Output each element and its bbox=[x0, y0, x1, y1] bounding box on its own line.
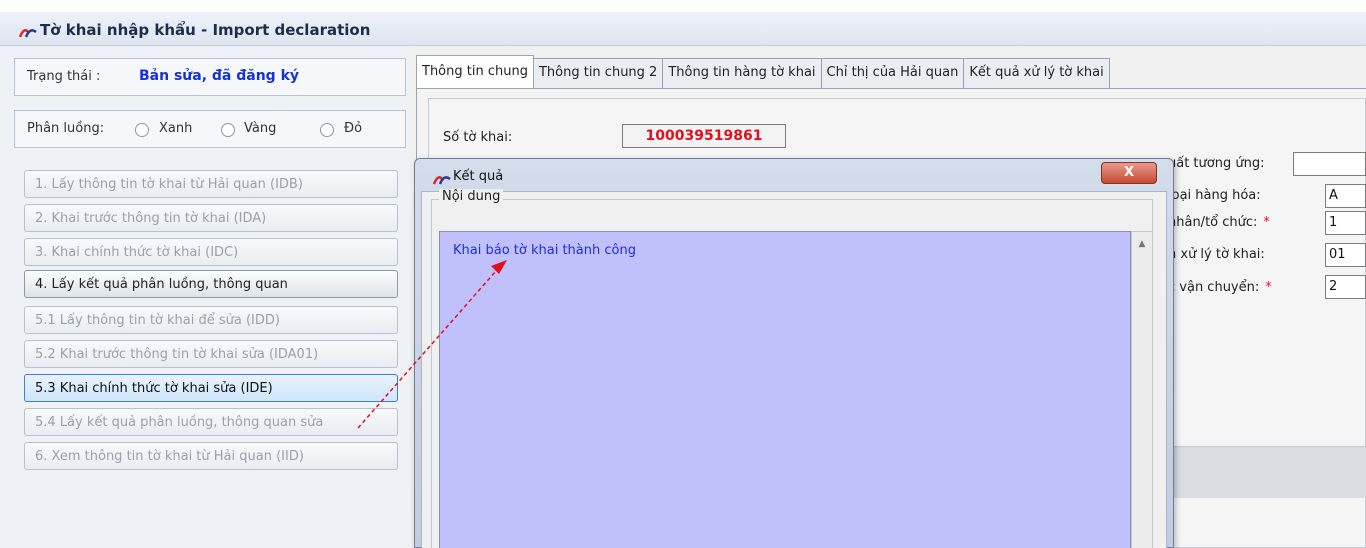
tab-general-info-2[interactable]: Thông tin chung 2 bbox=[532, 58, 664, 88]
lane-radio-green[interactable] bbox=[135, 123, 149, 137]
tab-customs-instructions[interactable]: Chỉ thị của Hải quan bbox=[820, 58, 965, 88]
individual-org-input[interactable]: 1 bbox=[1325, 211, 1366, 235]
window-title: Tờ khai nhập khẩu - Import declaration bbox=[40, 21, 371, 39]
scrollbar[interactable] bbox=[1131, 231, 1153, 548]
section-bar bbox=[1150, 446, 1366, 498]
dialog-title: Kết quả bbox=[453, 169, 504, 184]
field-label-transport-mode: c vận chuyển: * bbox=[1168, 280, 1272, 295]
status-value: Bản sửa, đã đăng ký bbox=[139, 68, 300, 84]
sidebar-item-get-declaration-idb[interactable]: 1. Lấy thông tin tờ khai từ Hải quan (ID… bbox=[24, 170, 398, 198]
status-box: Trạng thái : Bản sửa, đã đăng ký bbox=[14, 58, 406, 96]
processing-office-input[interactable]: 01 bbox=[1325, 243, 1366, 267]
tab-general-info[interactable]: Thông tin chung bbox=[416, 55, 534, 88]
lane-option-red: Đỏ bbox=[344, 121, 363, 136]
lane-box: Phân luồng: Xanh Vàng Đỏ bbox=[14, 110, 406, 148]
app-logo-icon bbox=[19, 29, 37, 38]
lane-label: Phân luồng: bbox=[27, 121, 105, 136]
field-label-individual-org: nhân/tổ chức: * bbox=[1168, 215, 1270, 230]
content-group-label: Nội dung bbox=[439, 189, 504, 204]
scroll-up-arrow-icon[interactable]: ▲ bbox=[1137, 239, 1147, 249]
app-logo-icon bbox=[433, 176, 451, 185]
field-label-corresponding-export: uất tương ứng: bbox=[1168, 156, 1265, 171]
lane-radio-red[interactable] bbox=[320, 123, 334, 137]
result-textarea[interactable] bbox=[439, 231, 1131, 548]
sidebar-item-get-lane-result-edit[interactable]: 5.4 Lấy kết quả phân luồng, thông quan s… bbox=[24, 408, 398, 436]
goods-type-input[interactable]: A bbox=[1325, 184, 1366, 208]
declaration-number-label: Số tờ khai: bbox=[443, 130, 513, 145]
field-label-goods-type: loại hàng hóa: bbox=[1168, 188, 1261, 203]
close-button[interactable]: X bbox=[1101, 162, 1157, 184]
transport-mode-input[interactable]: 2 bbox=[1325, 275, 1366, 299]
sidebar-item-view-declaration-iid[interactable]: 6. Xem thông tin tờ khai từ Hải quan (II… bbox=[24, 442, 398, 470]
tab-bar: Thông tin chung Thông tin chung 2 Thông … bbox=[416, 55, 1110, 89]
top-strip bbox=[0, 0, 1366, 12]
corresponding-export-input[interactable] bbox=[1293, 152, 1366, 176]
result-message: Khai báo tờ khai thành công bbox=[453, 243, 636, 258]
lane-option-yellow: Vàng bbox=[244, 121, 277, 136]
tab-processing-result[interactable]: Kết quả xử lý tờ khai bbox=[963, 58, 1110, 88]
required-asterisk: * bbox=[1263, 215, 1270, 230]
field-label-processing-office: n xử lý tờ khai: bbox=[1168, 247, 1265, 262]
sidebar-item-pre-declare-ida[interactable]: 2. Khai trước thông tin tờ khai (IDA) bbox=[24, 204, 398, 232]
lane-option-green: Xanh bbox=[159, 121, 193, 136]
tab-declaration-items[interactable]: Thông tin hàng tờ khai bbox=[662, 58, 822, 88]
sidebar-item-get-for-edit-idd[interactable]: 5.1 Lấy thông tin tờ khai để sửa (IDD) bbox=[24, 306, 398, 334]
sidebar-item-get-lane-result[interactable]: 4. Lấy kết quả phân luồng, thông quan bbox=[24, 270, 398, 298]
sidebar-item-official-declare-idc[interactable]: 3. Khai chính thức tờ khai (IDC) bbox=[24, 238, 398, 266]
status-label: Trạng thái : bbox=[27, 69, 101, 84]
result-dialog: Kết quả X Nội dung Khai báo tờ khai thàn… bbox=[414, 158, 1174, 548]
sidebar-item-official-declare-edit-ide[interactable]: 5.3 Khai chính thức tờ khai sửa (IDE) bbox=[24, 374, 398, 402]
sidebar-item-pre-declare-edit-ida01[interactable]: 5.2 Khai trước thông tin tờ khai sửa (ID… bbox=[24, 340, 398, 368]
declaration-number-field: 100039519861 bbox=[622, 124, 786, 148]
window-titlebar: Tờ khai nhập khẩu - Import declaration bbox=[0, 12, 1366, 46]
lane-radio-yellow[interactable] bbox=[221, 123, 235, 137]
required-asterisk: * bbox=[1265, 280, 1272, 295]
